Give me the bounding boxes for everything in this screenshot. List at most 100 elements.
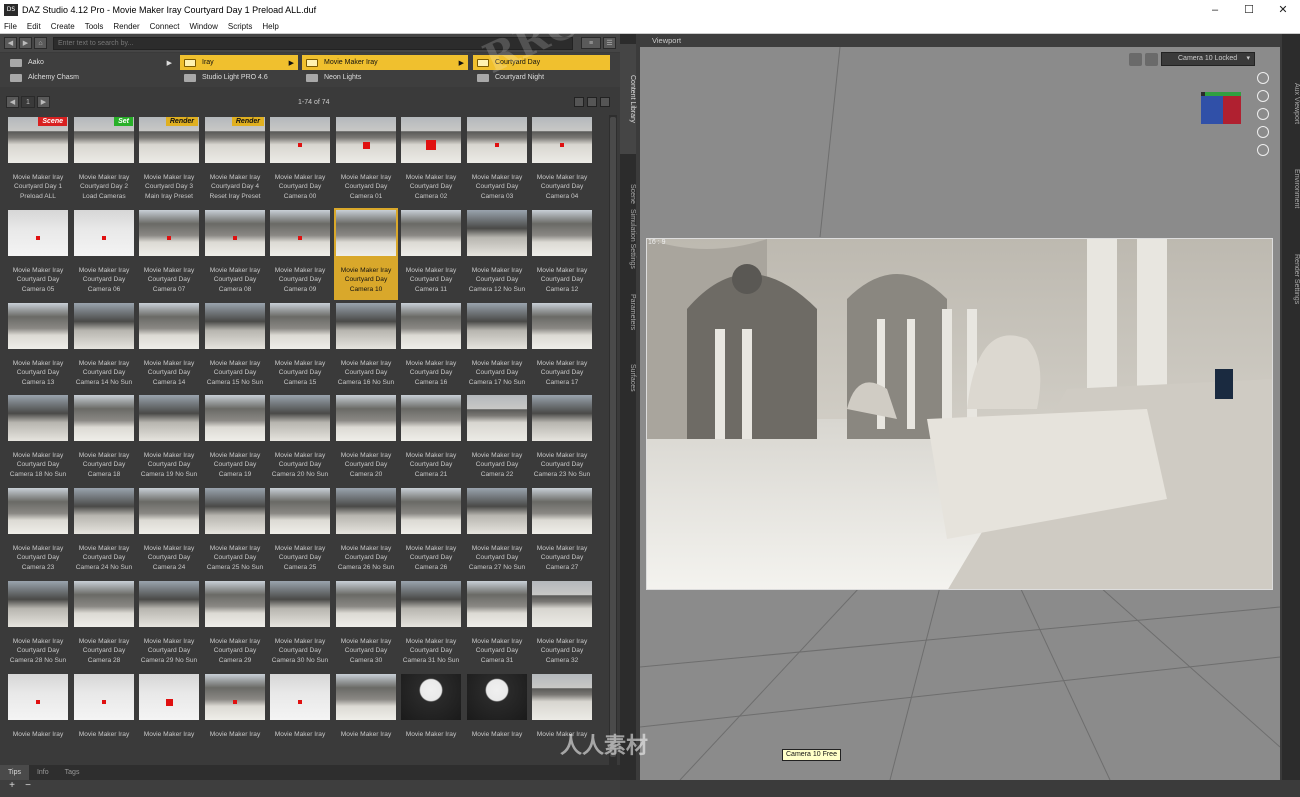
menu-window[interactable]: Window bbox=[189, 22, 217, 31]
tab-render-settings[interactable]: Render Settings bbox=[1282, 234, 1300, 324]
asset-tile[interactable]: Movie Maker Iray Courtyard Day Camera 20 bbox=[334, 393, 398, 485]
asset-tile[interactable]: Movie Maker Iray Courtyard Day Camera 29 bbox=[203, 579, 267, 671]
menu-tools[interactable]: Tools bbox=[85, 22, 104, 31]
asset-tile[interactable]: Movie Maker Iray Courtyard Day Camera 17 bbox=[530, 301, 594, 393]
asset-tile[interactable]: Movie Maker Iray Courtyard Day Camera 11 bbox=[399, 208, 463, 300]
reset-view-icon[interactable] bbox=[1257, 144, 1269, 156]
asset-tile[interactable]: Movie Maker Iray Courtyard Day Camera 16 N… bbox=[334, 301, 398, 393]
asset-tile[interactable]: Movie Maker Iray Courtyard Day Camera 26 bbox=[399, 486, 463, 578]
asset-tile[interactable]: Movie Maker Iray Courtyard Day Camera 25 N… bbox=[203, 486, 267, 578]
asset-tile[interactable]: Movie Maker Iray Courtyard Day Camera 24 N… bbox=[72, 486, 136, 578]
frame-icon[interactable] bbox=[1257, 126, 1269, 138]
asset-tile[interactable]: Movie Maker Iray Courtyard Day Camera 20 N… bbox=[268, 393, 332, 485]
sort-icon[interactable] bbox=[574, 97, 584, 107]
view-cube-icon[interactable] bbox=[1201, 92, 1241, 124]
asset-tile[interactable]: Movie Maker Iray Courtyard Day Camera 25 bbox=[268, 486, 332, 578]
tab-environment[interactable]: Environment bbox=[1282, 149, 1300, 229]
category-item-iray[interactable]: Iray ▶ bbox=[180, 55, 298, 70]
asset-tile[interactable]: Movie Maker Iray bbox=[268, 672, 332, 764]
asset-tile[interactable]: Movie Maker Iray Courtyard Day Camera 01 bbox=[334, 115, 398, 207]
add-icon[interactable]: + bbox=[6, 780, 18, 792]
tab-tips[interactable]: Tips bbox=[0, 765, 29, 780]
asset-tile[interactable]: Movie Maker Iray Courtyard Day Camera 09 bbox=[268, 208, 332, 300]
asset-tile[interactable]: Movie Maker Iray bbox=[399, 672, 463, 764]
asset-tile[interactable]: Movie Maker Iray bbox=[6, 672, 70, 764]
asset-tile[interactable]: Movie Maker Iray Courtyard Day Camera 03 bbox=[465, 115, 529, 207]
asset-tile[interactable]: Movie Maker Iray Courtyard Day Camera 13 bbox=[6, 301, 70, 393]
asset-tile[interactable]: Movie Maker Iray Courtyard Day Camera 06 bbox=[72, 208, 136, 300]
menu-create[interactable]: Create bbox=[51, 22, 75, 31]
asset-tile[interactable]: Movie Maker Iray Courtyard Day Camera 21 bbox=[399, 393, 463, 485]
menu-render[interactable]: Render bbox=[113, 22, 139, 31]
asset-tile[interactable]: Movie Maker Iray Courtyard Day Camera 16 bbox=[399, 301, 463, 393]
prev-page-icon[interactable]: ◀ bbox=[6, 96, 19, 108]
asset-tile[interactable]: Movie Maker Iray Courtyard Day Camera 28 N… bbox=[6, 579, 70, 671]
asset-tile[interactable]: Movie Maker Iray Courtyard Day Camera 10 bbox=[334, 208, 398, 300]
back-icon[interactable]: ◀ bbox=[4, 37, 17, 49]
asset-tile[interactable]: Movie Maker Iray bbox=[72, 672, 136, 764]
category-item-courtyard-night[interactable]: Courtyard Night bbox=[473, 70, 610, 85]
asset-tile[interactable]: Movie Maker Iray Courtyard Day Camera 19 bbox=[203, 393, 267, 485]
asset-tile[interactable]: Movie Maker Iray Courtyard Day Camera 15 N… bbox=[203, 301, 267, 393]
asset-tile[interactable]: Movie Maker Iray Courtyard Day Camera 30 N… bbox=[268, 579, 332, 671]
database-icon[interactable]: ≡ bbox=[581, 37, 601, 49]
home-icon[interactable]: ⌂ bbox=[34, 37, 47, 49]
asset-tile[interactable]: Movie Maker Iray Courtyard Day Camera 12 bbox=[530, 208, 594, 300]
asset-tile[interactable]: Movie Maker Iray bbox=[465, 672, 529, 764]
asset-tile[interactable]: Movie Maker Iray Courtyard Day Camera 07 bbox=[137, 208, 201, 300]
asset-tile[interactable]: Movie Maker Iray Courtyard Day Camera 08 bbox=[203, 208, 267, 300]
category-item-studio-light[interactable]: Studio Light PRO 4.6 bbox=[180, 70, 298, 85]
page-number[interactable]: 1 bbox=[21, 96, 35, 108]
asset-tile[interactable]: Movie Maker Iray Courtyard Day Camera 27 bbox=[530, 486, 594, 578]
tab-simulation-settings[interactable]: Simulation Settings bbox=[620, 184, 636, 294]
asset-tile[interactable]: Movie Maker Iray bbox=[334, 672, 398, 764]
tab-content-library[interactable]: Content Library bbox=[620, 44, 636, 154]
maximize-button[interactable]: ☐ bbox=[1232, 0, 1266, 20]
next-page-icon[interactable]: ▶ bbox=[37, 96, 50, 108]
menu-icon[interactable]: ☰ bbox=[603, 37, 616, 49]
category-item-alchemy-chasm[interactable]: Alchemy Chasm bbox=[6, 70, 176, 85]
draw-style-icon[interactable] bbox=[1129, 52, 1142, 66]
remove-icon[interactable]: − bbox=[22, 780, 34, 792]
menu-connect[interactable]: Connect bbox=[150, 22, 180, 31]
category-item-aako[interactable]: Aako ▶ bbox=[6, 55, 176, 70]
asset-tile[interactable]: Render Movie Maker Iray Courtyard Day 3 Mai… bbox=[137, 115, 201, 207]
asset-tile[interactable]: Movie Maker Iray Courtyard Day Camera 05 bbox=[6, 208, 70, 300]
menu-file[interactable]: File bbox=[4, 22, 17, 31]
asset-tile[interactable]: Movie Maker Iray Courtyard Day Camera 02 bbox=[399, 115, 463, 207]
forward-icon[interactable]: ▶ bbox=[19, 37, 32, 49]
tab-info[interactable]: Info bbox=[29, 765, 57, 780]
asset-tile[interactable]: Movie Maker Iray bbox=[137, 672, 201, 764]
asset-tile[interactable]: Movie Maker Iray Courtyard Day Camera 15 bbox=[268, 301, 332, 393]
asset-tile[interactable]: Movie Maker Iray Courtyard Day Camera 26 N… bbox=[334, 486, 398, 578]
zoom-icon[interactable] bbox=[1257, 108, 1269, 120]
tab-surfaces[interactable]: Surfaces bbox=[620, 348, 636, 408]
asset-tile[interactable]: Movie Maker Iray Courtyard Day Camera 12 N… bbox=[465, 208, 529, 300]
pan-icon[interactable] bbox=[1257, 90, 1269, 102]
menu-help[interactable]: Help bbox=[262, 22, 278, 31]
asset-tile[interactable]: Movie Maker Iray Courtyard Day Camera 29 N… bbox=[137, 579, 201, 671]
asset-tile[interactable]: Movie Maker Iray Courtyard Day Camera 14 N… bbox=[72, 301, 136, 393]
tab-parameters[interactable]: Parameters bbox=[620, 282, 636, 342]
camera-select[interactable]: Camera 10 Locked bbox=[1161, 52, 1255, 66]
list-view-icon[interactable] bbox=[587, 97, 597, 107]
asset-tile[interactable]: Scene Movie Maker Iray Courtyard Day 1 Prel… bbox=[6, 115, 70, 207]
asset-tile[interactable]: Movie Maker Iray Courtyard Day Camera 18 bbox=[72, 393, 136, 485]
minimize-button[interactable]: – bbox=[1198, 0, 1232, 20]
tab-tags[interactable]: Tags bbox=[57, 765, 88, 780]
asset-tile[interactable]: Movie Maker Iray Courtyard Day Camera 18 N… bbox=[6, 393, 70, 485]
tab-aux-viewport[interactable]: Aux Viewport bbox=[1282, 64, 1300, 144]
grid-scrollbar[interactable] bbox=[609, 115, 617, 775]
asset-tile[interactable]: Movie Maker Iray Courtyard Day Camera 28 bbox=[72, 579, 136, 671]
asset-tile[interactable]: Movie Maker Iray Courtyard Day Camera 00 bbox=[268, 115, 332, 207]
asset-tile[interactable]: Movie Maker Iray Courtyard Day Camera 04 bbox=[530, 115, 594, 207]
asset-tile[interactable]: Movie Maker Iray Courtyard Day Camera 23 bbox=[6, 486, 70, 578]
menu-edit[interactable]: Edit bbox=[27, 22, 41, 31]
asset-tile[interactable]: Movie Maker Iray Courtyard Day Camera 17 N… bbox=[465, 301, 529, 393]
lighting-icon[interactable] bbox=[1145, 52, 1158, 66]
asset-tile[interactable]: Movie Maker Iray Courtyard Day Camera 30 bbox=[334, 579, 398, 671]
category-item-movie-maker-iray[interactable]: Movie Maker Iray ▶ bbox=[302, 55, 468, 70]
asset-tile[interactable]: Movie Maker Iray Courtyard Day Camera 14 bbox=[137, 301, 201, 393]
asset-tile[interactable]: Movie Maker Iray Courtyard Day Camera 27 N… bbox=[465, 486, 529, 578]
asset-tile[interactable]: Movie Maker Iray bbox=[203, 672, 267, 764]
